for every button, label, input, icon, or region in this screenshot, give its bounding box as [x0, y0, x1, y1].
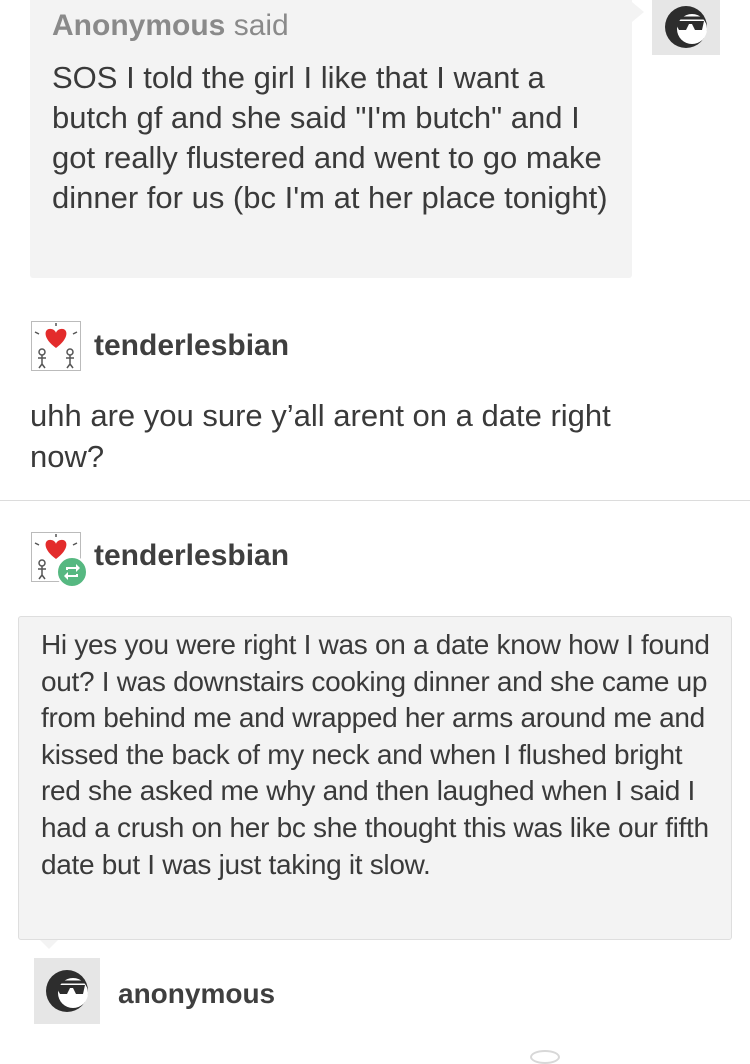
- reply-text: uhh are you sure y’all arent on a date r…: [30, 398, 611, 474]
- anonymous-avatar-bottom[interactable]: [34, 958, 100, 1024]
- sunglasses-face-icon: [665, 6, 707, 48]
- said-label: said: [233, 9, 289, 42]
- answer-box: Hi yes you were right I was on a date kn…: [18, 616, 732, 940]
- reblog-username[interactable]: tenderlesbian: [94, 538, 289, 574]
- anonymous-avatar-top[interactable]: [652, 0, 720, 55]
- reblog-badge: [56, 556, 88, 588]
- sunglasses-face-icon: [46, 970, 88, 1012]
- cut-off-icon: [530, 1050, 560, 1064]
- reblog-icon: [64, 564, 80, 580]
- divider: [0, 500, 750, 501]
- footer-username[interactable]: anonymous: [118, 976, 275, 1012]
- answer-text: Hi yes you were right I was on a date kn…: [41, 629, 710, 880]
- heart-figures-icon: [34, 323, 78, 369]
- answer-box-tail: [40, 940, 58, 949]
- reply-username[interactable]: tenderlesbian: [94, 328, 289, 364]
- ask-question: SOS I told the girl I like that I want a…: [52, 60, 608, 215]
- asker-name: Anonymous: [52, 9, 226, 42]
- tenderlesbian-avatar[interactable]: [31, 321, 81, 371]
- ask-header: Anonymous said: [52, 8, 289, 44]
- ask-bubble-tail: [632, 2, 644, 22]
